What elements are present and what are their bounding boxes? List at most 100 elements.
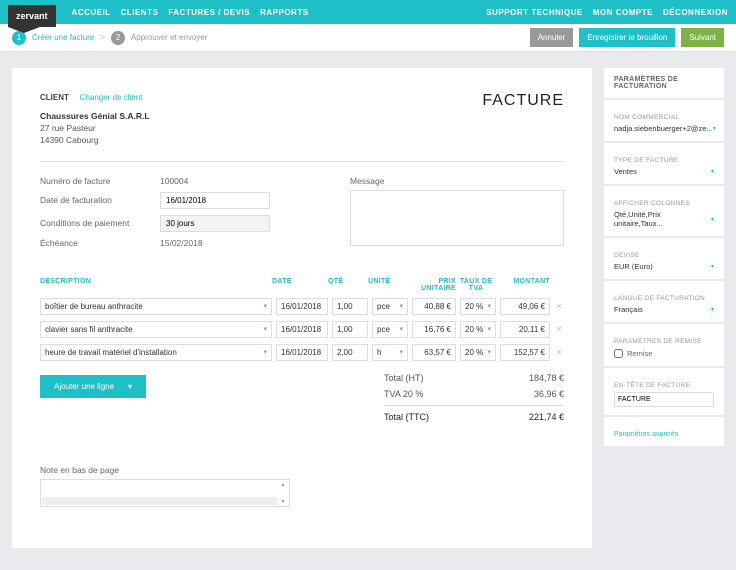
message-input[interactable]: [350, 190, 564, 246]
line-desc-input[interactable]: clavier sans fil anthracite▾: [40, 321, 272, 338]
nav-accueil[interactable]: ACCUEIL: [72, 8, 111, 17]
line-tax-select[interactable]: 20 %▾: [460, 344, 496, 361]
language-label: LANGUE DE FACTURATION: [614, 295, 714, 302]
nav-support[interactable]: SUPPORT TECHNIQUE: [486, 8, 583, 17]
currency-select[interactable]: EUR (Euro)▾: [614, 262, 714, 271]
chevron-down-icon: ▾: [711, 263, 714, 270]
line-price-input[interactable]: 40,88 €: [412, 298, 456, 315]
advanced-settings-link[interactable]: Paramètres avancés: [614, 431, 714, 438]
invoice-type-label: TYPE DE FACTURE: [614, 157, 714, 164]
client-street: 27 rue Pasteur: [40, 123, 150, 135]
invoice-type-select[interactable]: Ventes▾: [614, 167, 714, 176]
message-label: Message: [350, 176, 564, 186]
line-tax-select[interactable]: 20 %▾: [460, 321, 496, 338]
chevron-down-icon: ▾: [487, 325, 491, 334]
total-tva-value: 36,96 €: [534, 389, 564, 399]
chevron-down-icon: ▾: [399, 348, 403, 357]
invoice-date-input[interactable]: [160, 192, 270, 209]
due-date-value: 15/02/2018: [160, 238, 310, 248]
line-date-input[interactable]: 16/01/2018: [276, 321, 328, 338]
chevron-down-icon: ▾: [487, 302, 491, 311]
total-ht-value: 184,78 €: [529, 373, 564, 383]
subbar: 1 Créer une facture > 2 Approuver et env…: [0, 24, 736, 52]
language-select[interactable]: Français▾: [614, 305, 714, 314]
commercial-select[interactable]: nadja.siebenbuerger+2@ze...▾: [614, 124, 714, 133]
nav-rapports[interactable]: RAPPORTS: [260, 8, 308, 17]
delete-line-icon[interactable]: ×: [554, 301, 564, 311]
line-date-input[interactable]: 16/01/2018: [276, 298, 328, 315]
currency-label: DEVISE: [614, 252, 714, 259]
nav-factures[interactable]: FACTURES / DEVIS: [168, 8, 250, 17]
line-tax-select[interactable]: 20 %▾: [460, 298, 496, 315]
chevron-down-icon: ▾: [711, 216, 714, 223]
total-ttc-value: 221,74 €: [529, 412, 564, 422]
chevron-down-icon: ▾: [263, 325, 267, 333]
invoice-number-label: Numéro de facture: [40, 176, 160, 186]
due-date-label: Échéance: [40, 238, 160, 248]
total-ttc-label: Total (TTC): [384, 412, 429, 422]
line-row: boîtier de bureau anthracite▾16/01/20181…: [40, 298, 564, 315]
line-row: clavier sans fil anthracite▾16/01/20181,…: [40, 321, 564, 338]
step-1-label[interactable]: Créer une facture: [32, 33, 94, 42]
col-price[interactable]: PRIX UNITAIRE: [408, 278, 456, 292]
line-unit-select[interactable]: h▾: [372, 344, 408, 361]
line-date-input[interactable]: 16/01/2018: [276, 344, 328, 361]
col-tax[interactable]: TAUX DE TVA: [456, 278, 496, 292]
delete-line-icon[interactable]: ×: [554, 324, 564, 334]
sidebar-title: PARAMÈTRES DE FACTURATION: [614, 76, 714, 90]
chevron-down-icon: ▾: [263, 302, 267, 310]
footer-note-label: Note en bas de page: [40, 465, 564, 475]
delete-line-icon[interactable]: ×: [554, 347, 564, 357]
line-qty-input[interactable]: 2,00: [332, 344, 368, 361]
line-qty-input[interactable]: 1,00: [332, 298, 368, 315]
step-sep: >: [100, 33, 105, 42]
line-amount: 20,11 €: [500, 321, 550, 338]
header-input[interactable]: [614, 392, 714, 407]
brand-logo[interactable]: zervant: [8, 5, 56, 27]
topbar: zervant ACCUEIL CLIENTS FACTURES / DEVIS…: [0, 0, 736, 24]
client-city: 14390 Cabourg: [40, 135, 150, 147]
cancel-button[interactable]: Annuler: [530, 28, 574, 47]
nav-clients[interactable]: CLIENTS: [121, 8, 159, 17]
next-button[interactable]: Suivant: [681, 28, 724, 47]
step-2-label: Approuver et envoyer: [131, 33, 208, 42]
line-desc-input[interactable]: heure de travail matériel d'installation…: [40, 344, 272, 361]
settings-sidebar: PARAMÈTRES DE FACTURATION NOM COMMERCIAL…: [604, 68, 724, 548]
nav-logout[interactable]: DÉCONNEXION: [663, 8, 728, 17]
nav-account[interactable]: MON COMPTE: [593, 8, 653, 17]
client-name: Chaussures Génial S.A.R.L: [40, 111, 150, 123]
col-amount[interactable]: MONTANT: [496, 278, 550, 292]
line-amount: 49,06 €: [500, 298, 550, 315]
discount-checkbox[interactable]: Remise: [614, 349, 714, 358]
columns-select[interactable]: Qté,Unité,Prix unitaire,Taux...▾: [614, 210, 714, 228]
discount-label: PARAMÈTRES DE REMISE: [614, 338, 714, 345]
chevron-down-icon: ▾: [263, 348, 267, 356]
line-desc-input[interactable]: boîtier de bureau anthracite▾: [40, 298, 272, 315]
chevron-down-icon: ▾: [487, 348, 491, 357]
invoice-panel: CLIENT Changer de client Chaussures Géni…: [12, 68, 592, 548]
columns-label: AFFICHER COLONNES: [614, 200, 714, 207]
chevron-down-icon: ▾: [711, 168, 714, 175]
col-unit[interactable]: UNITÉ: [368, 278, 408, 292]
line-price-input[interactable]: 63,57 €: [412, 344, 456, 361]
chevron-down-icon: ▾: [399, 302, 403, 311]
col-description[interactable]: DESCRIPTION: [40, 278, 272, 292]
line-unit-select[interactable]: pce▾: [372, 321, 408, 338]
line-qty-input[interactable]: 1,00: [332, 321, 368, 338]
col-qty[interactable]: QTÉ: [328, 278, 368, 292]
total-ht-label: Total (HT): [384, 373, 424, 383]
line-unit-select[interactable]: pce▾: [372, 298, 408, 315]
change-client-link[interactable]: Changer de client: [80, 93, 143, 102]
invoice-date-label: Date de facturation: [40, 195, 160, 205]
line-price-input[interactable]: 16,76 €: [412, 321, 456, 338]
save-draft-button[interactable]: Enregistrer le brouillon: [579, 28, 675, 47]
add-line-button[interactable]: Ajouter une ligne▾: [40, 375, 146, 398]
step-2-num: 2: [111, 31, 125, 45]
payment-terms-select[interactable]: [160, 215, 270, 232]
chevron-down-icon: ▾: [128, 382, 132, 391]
chevron-down-icon: ▾: [711, 306, 714, 313]
col-date[interactable]: DATE: [272, 278, 328, 292]
footer-note-input[interactable]: ▴▾: [40, 479, 290, 507]
line-amount: 152,57 €: [500, 344, 550, 361]
invoice-number-value: 100004: [160, 176, 310, 186]
